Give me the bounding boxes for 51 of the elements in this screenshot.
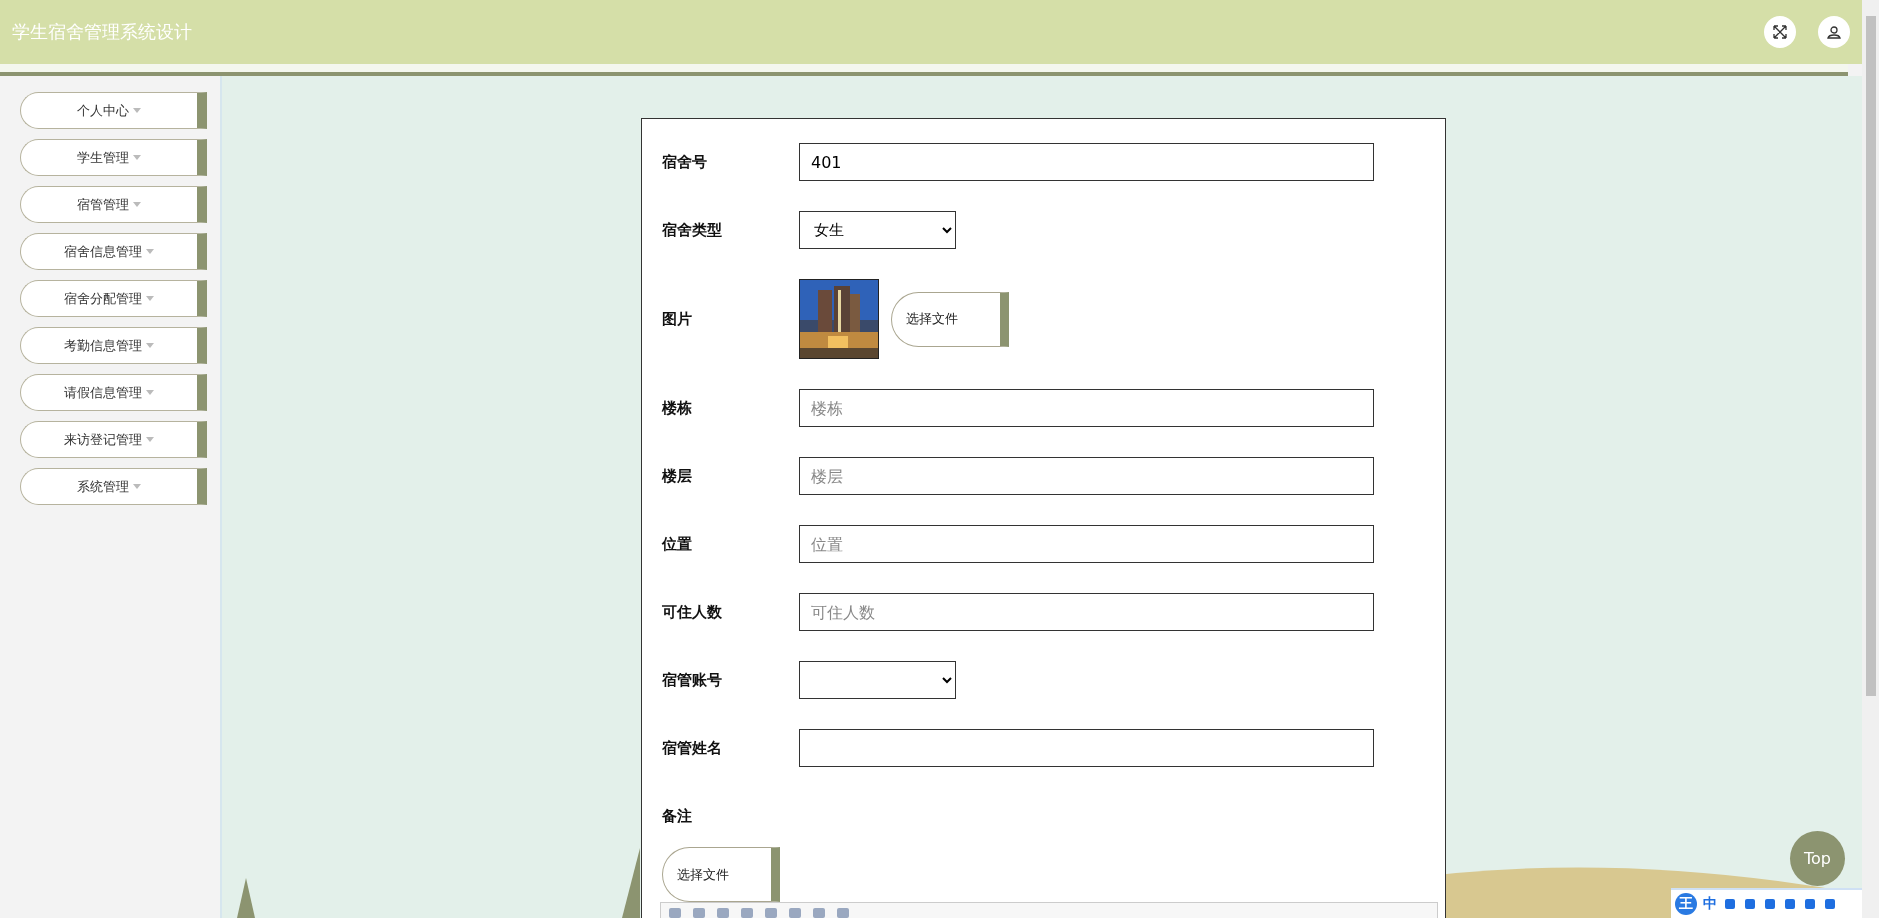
text-field[interactable]: 401 — [799, 143, 1374, 181]
tree-drawing — [237, 878, 255, 918]
select-field[interactable]: 女生 — [799, 211, 956, 249]
field-label: 位置 — [662, 534, 693, 554]
caret-icon — [133, 155, 141, 160]
field-label: 备注 — [662, 806, 693, 826]
caret-icon — [133, 202, 141, 207]
field-label: 宿管姓名 — [662, 738, 723, 758]
sidebar-item[interactable]: 宿管管理 — [20, 186, 207, 223]
ime-mode[interactable]: 中 — [1703, 895, 1717, 913]
ime-tool-icon[interactable] — [1803, 897, 1817, 911]
ime-tool-icon[interactable] — [1743, 897, 1757, 911]
ime-tool-icon[interactable] — [1823, 897, 1837, 911]
expand-icon — [1773, 25, 1787, 39]
ime-tool-icon[interactable] — [1763, 897, 1777, 911]
text-field[interactable]: 楼栋 — [799, 389, 1374, 427]
choose-file-button[interactable]: 选择文件 — [662, 847, 780, 902]
sidebar-item[interactable]: 系统管理 — [20, 468, 207, 505]
field-label: 楼层 — [662, 466, 693, 486]
ime-tool-icon[interactable] — [1723, 897, 1737, 911]
field-label: 楼栋 — [662, 398, 693, 418]
sidebar-item[interactable]: 学生管理 — [20, 139, 207, 176]
text-field[interactable]: 位置 — [799, 525, 1374, 563]
ime-tool-icon[interactable] — [1783, 897, 1797, 911]
sidebar-item[interactable]: 请假信息管理 — [20, 374, 207, 411]
caret-icon — [146, 296, 154, 301]
caret-icon — [146, 249, 154, 254]
field-label: 宿舍号 — [662, 152, 708, 172]
caret-icon — [133, 484, 141, 489]
app-title: 学生宿舍管理系统设计 — [12, 20, 193, 44]
sidebar-item[interactable]: 个人中心 — [20, 92, 207, 129]
field-label: 可住人数 — [662, 602, 723, 622]
field-label: 宿管账号 — [662, 670, 723, 690]
caret-icon — [146, 390, 154, 395]
caret-icon — [146, 343, 154, 348]
text-field[interactable]: 可住人数 — [799, 593, 1374, 631]
user-button[interactable] — [1818, 16, 1850, 48]
select-field[interactable] — [799, 661, 956, 699]
ime-logo[interactable]: 王 — [1675, 893, 1697, 915]
field-label: 宿舍类型 — [662, 220, 723, 240]
sidebar-item[interactable]: 来访登记管理 — [20, 421, 207, 458]
field-label: 图片 — [662, 309, 693, 329]
fullscreen-button[interactable] — [1764, 16, 1796, 48]
text-field[interactable]: 楼层 — [799, 457, 1374, 495]
user-icon — [1827, 25, 1841, 39]
caret-icon — [146, 437, 154, 442]
choose-file-button[interactable]: 选择文件 — [891, 291, 1009, 347]
caret-icon — [133, 108, 141, 113]
sidebar-item[interactable]: 宿舍信息管理 — [20, 233, 207, 270]
sidebar-item[interactable]: 考勤信息管理 — [20, 327, 207, 364]
sidebar-item[interactable]: 宿舍分配管理 — [20, 280, 207, 317]
